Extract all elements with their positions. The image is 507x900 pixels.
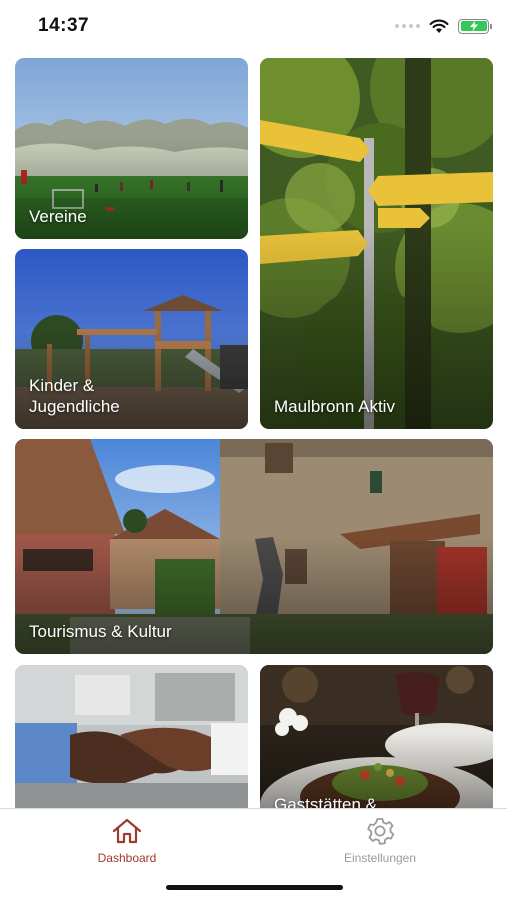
tab-bar: Dashboard Einstellungen	[0, 808, 507, 900]
status-icons	[395, 16, 492, 36]
status-time: 14:37	[38, 15, 90, 36]
home-indicator	[166, 885, 343, 890]
wifi-icon	[429, 19, 449, 33]
tab-dashboard[interactable]: Dashboard	[47, 817, 207, 869]
dashboard-screen: 14:37 Vereine Maulbronn Aktiv Kinder & J…	[0, 0, 507, 900]
tile-label: Kinder & Jugendliche	[29, 376, 120, 416]
battery-charging-icon	[458, 18, 492, 34]
tile-label: Vereine	[29, 207, 87, 226]
tab-einstellungen-label: Einstellungen	[343, 851, 417, 865]
tile-maulbronn-aktiv[interactable]: Maulbronn Aktiv	[260, 58, 493, 429]
tile-label: Maulbronn Aktiv	[274, 397, 395, 416]
tab-einstellungen[interactable]: Einstellungen	[300, 817, 460, 869]
tile-vereine[interactable]: Vereine	[15, 58, 248, 239]
tile-label: Tourismus & Kultur	[29, 622, 172, 641]
tile-gaststaetten[interactable]: Gaststätten &	[260, 665, 493, 815]
tile-wirtschaft[interactable]	[15, 665, 248, 815]
tab-dashboard-label: Dashboard	[97, 851, 157, 865]
tile-tourismus-kultur[interactable]: Tourismus & Kultur	[15, 439, 493, 654]
tile-kinder-jugendliche[interactable]: Kinder & Jugendliche	[15, 249, 248, 429]
status-bar: 14:37	[0, 0, 507, 50]
signal-dots-icon	[395, 24, 420, 28]
home-icon	[112, 818, 142, 844]
handshake-photo	[15, 665, 248, 815]
gear-icon	[367, 818, 395, 845]
